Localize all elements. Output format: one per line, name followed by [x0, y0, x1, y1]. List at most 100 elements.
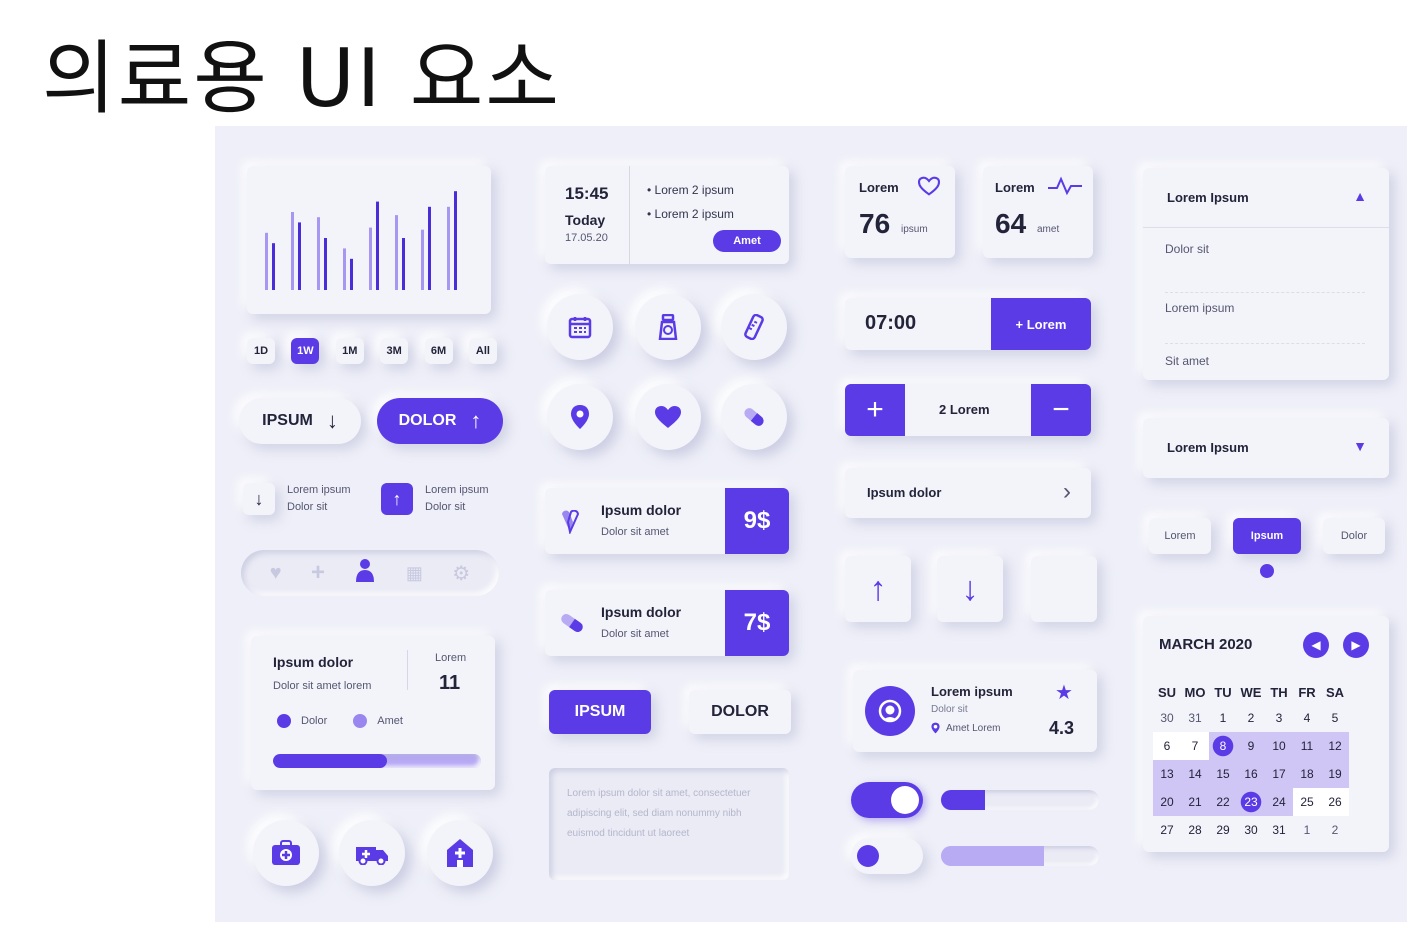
first-aid-kit-icon: [272, 840, 300, 865]
calendar-day[interactable]: 8: [1209, 732, 1237, 760]
toggle-on[interactable]: [851, 782, 923, 818]
time-input[interactable]: 07:00: [865, 312, 916, 335]
accordion-item[interactable]: Dolor sit: [1165, 242, 1365, 293]
calendar-day[interactable]: 19: [1321, 760, 1349, 788]
range-all[interactable]: All: [468, 338, 497, 364]
dolor-button[interactable]: DOLOR: [689, 690, 791, 734]
legend-dot-dolor: [277, 714, 291, 728]
calendar-day[interactable]: 27: [1153, 816, 1181, 844]
accordion-title: Lorem Ipsum: [1167, 190, 1249, 205]
calendar-day[interactable]: 25: [1293, 788, 1321, 816]
segment-dolor[interactable]: Dolor: [1323, 518, 1385, 554]
calendar-day[interactable]: 6: [1153, 732, 1181, 760]
list-item-down[interactable]: ↓ Lorem ipsum Dolor sit: [243, 482, 351, 516]
legend-amet: Amet: [377, 715, 403, 727]
calendar-day[interactable]: 22: [1209, 788, 1237, 816]
select-dropdown[interactable]: Lorem Ipsum ▼: [1143, 418, 1389, 478]
calendar-day[interactable]: 16: [1237, 760, 1265, 788]
calendar-day[interactable]: 30: [1237, 816, 1265, 844]
user-icon[interactable]: [354, 558, 376, 588]
calendar-day[interactable]: 12: [1321, 732, 1349, 760]
calendar-day[interactable]: 1: [1293, 816, 1321, 844]
hospital-button[interactable]: [427, 820, 493, 886]
calendar-day[interactable]: 28: [1181, 816, 1209, 844]
range-1m[interactable]: 1M: [335, 338, 364, 364]
ipsum-button[interactable]: IPSUM: [549, 690, 651, 734]
nav-item[interactable]: Ipsum dolor ›: [845, 468, 1091, 518]
add-lorem-button[interactable]: + Lorem: [991, 298, 1091, 350]
slider-1[interactable]: [941, 790, 1099, 810]
calendar-day[interactable]: 23: [1237, 788, 1265, 816]
amet-button[interactable]: Amet: [713, 230, 781, 252]
calendar-day[interactable]: 14: [1181, 760, 1209, 788]
pill-button[interactable]: [721, 384, 787, 450]
calendar-day[interactable]: 10: [1265, 732, 1293, 760]
location-button[interactable]: [547, 384, 613, 450]
dolor-up-button[interactable]: DOLOR ↑: [377, 398, 503, 444]
calendar-day[interactable]: 20: [1153, 788, 1181, 816]
arrow-down-button[interactable]: ↓: [937, 556, 1003, 622]
calendar-day[interactable]: 1: [1209, 704, 1237, 732]
arrow-up-button[interactable]: ↑: [845, 556, 911, 622]
prev-month-button[interactable]: ◀: [1303, 632, 1329, 658]
capsule-icon: [559, 509, 581, 539]
scale-button[interactable]: [635, 294, 701, 360]
range-1d[interactable]: 1D: [247, 338, 275, 364]
calendar-icon[interactable]: ▦: [406, 563, 423, 584]
doctor-card[interactable]: Lorem ipsum Dolor sit Amet Lorem ★ 4.3: [853, 670, 1097, 752]
price-card-2[interactable]: Ipsum dolor Dolor sit amet 7$: [545, 590, 789, 656]
plus-icon[interactable]: +: [311, 559, 325, 587]
calendar-day[interactable]: 29: [1209, 816, 1237, 844]
calendar-day[interactable]: 31: [1265, 816, 1293, 844]
slider-2[interactable]: [941, 846, 1099, 866]
price-card-1[interactable]: Ipsum dolor Dolor sit amet 9$: [545, 488, 789, 554]
thermometer-button[interactable]: [721, 294, 787, 360]
ambulance-button[interactable]: [339, 820, 405, 886]
range-1w[interactable]: 1W: [291, 338, 320, 364]
segment-lorem[interactable]: Lorem: [1149, 518, 1211, 554]
star-icon[interactable]: ★: [1055, 680, 1073, 705]
ipsum-down-button[interactable]: IPSUM ↓: [239, 398, 361, 444]
heart-button[interactable]: [635, 384, 701, 450]
calendar-day[interactable]: 3: [1265, 704, 1293, 732]
calendar-day[interactable]: 26: [1321, 788, 1349, 816]
chart-bar: [428, 206, 431, 290]
calendar-day[interactable]: 13: [1153, 760, 1181, 788]
calendar-button[interactable]: [547, 294, 613, 360]
calendar-day[interactable]: 21: [1181, 788, 1209, 816]
calendar-day[interactable]: 17: [1265, 760, 1293, 788]
calendar-day[interactable]: 15: [1209, 760, 1237, 788]
list-item-up[interactable]: ↑ Lorem ipsum Dolor sit: [381, 482, 489, 516]
calendar-day[interactable]: 2: [1237, 704, 1265, 732]
calendar-day[interactable]: 30: [1153, 704, 1181, 732]
accordion-header[interactable]: Lorem Ipsum ▲: [1143, 168, 1389, 228]
range-3m[interactable]: 3M: [380, 338, 409, 364]
slider-fill: [941, 790, 986, 810]
toggle-off[interactable]: [851, 838, 923, 874]
calendar-day[interactable]: 24: [1265, 788, 1293, 816]
stepper-value: 2 Lorem: [939, 402, 990, 417]
text-area[interactable]: Lorem ipsum dolor sit amet, consectetuer…: [549, 768, 789, 880]
calendar-day[interactable]: 2: [1321, 816, 1349, 844]
calendar-day[interactable]: 9: [1237, 732, 1265, 760]
calendar-day[interactable]: 5: [1321, 704, 1349, 732]
calendar-day[interactable]: 18: [1293, 760, 1321, 788]
calendar-day[interactable]: 4: [1293, 704, 1321, 732]
accordion-item[interactable]: Lorem ipsum: [1165, 293, 1365, 344]
settings-icon[interactable]: ⚙: [452, 561, 470, 586]
plus-button[interactable]: +: [845, 384, 905, 436]
calendar-day[interactable]: 31: [1181, 704, 1209, 732]
chart-bar: [447, 206, 450, 290]
minus-button[interactable]: −: [1031, 384, 1091, 436]
range-6m[interactable]: 6M: [424, 338, 453, 364]
calendar-day[interactable]: 7: [1181, 732, 1209, 760]
calendar-day[interactable]: 11: [1293, 732, 1321, 760]
next-month-button[interactable]: ▶: [1343, 632, 1369, 658]
accordion-item[interactable]: Sit amet: [1165, 344, 1365, 384]
heart-icon[interactable]: ♥: [270, 562, 282, 585]
segment-ipsum[interactable]: Ipsum: [1233, 518, 1301, 554]
stat-title: Ipsum dolor: [273, 654, 354, 670]
weekday-header: TU: [1214, 684, 1232, 700]
first-aid-button[interactable]: [253, 820, 319, 886]
empty-button[interactable]: [1031, 556, 1097, 622]
